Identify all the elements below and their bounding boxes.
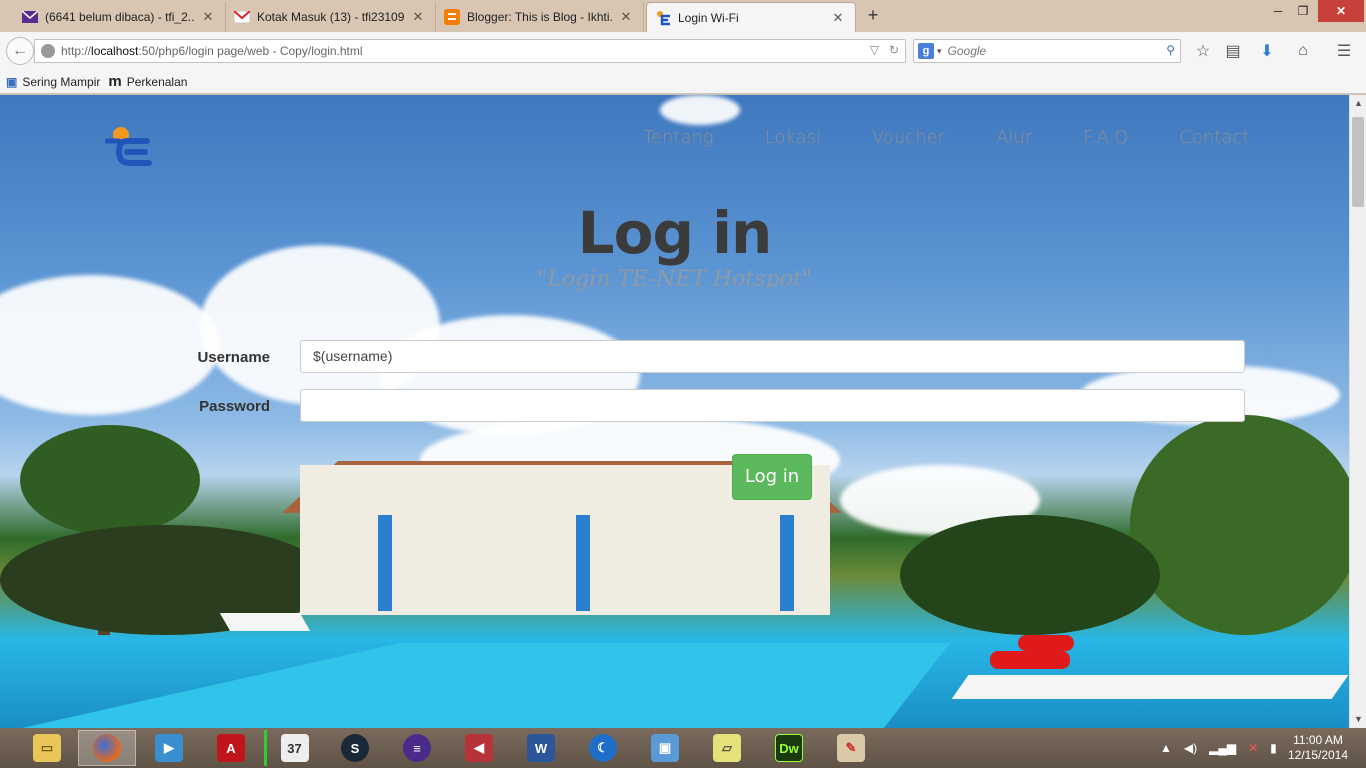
scroll-thumb[interactable] (1352, 117, 1364, 207)
url-bar[interactable]: http://localhost:50/php6/login page/web … (34, 39, 906, 63)
media-player-icon[interactable]: ▶ (140, 730, 198, 766)
search-input[interactable]: g ▾ Google ⚲ (913, 39, 1181, 63)
bookmark-page-icon: ▣ (6, 74, 18, 89)
restore-icon[interactable]: ❐ (1293, 0, 1313, 22)
bookmarks-toolbar: ▣ Sering Mampir m Perkenalan (0, 70, 1366, 94)
battery-icon[interactable]: ▮ (1270, 741, 1277, 755)
paint-icon[interactable]: ✎ (822, 730, 880, 766)
window-close-icon[interactable]: ✕ (1318, 0, 1364, 22)
te-net-icon (655, 10, 671, 26)
show-hidden-icons-icon[interactable]: ▲ (1160, 741, 1172, 755)
close-icon[interactable]: ✕ (411, 9, 425, 25)
bookmark-perkenalan[interactable]: m Perkenalan (108, 73, 187, 90)
network-error-icon[interactable]: ✕ (1248, 741, 1258, 755)
yahoo-mail-icon (22, 9, 38, 25)
reload-icon[interactable]: ↻ (889, 43, 899, 57)
tab-label: Login Wi-Fi (678, 10, 739, 25)
word-icon[interactable]: W (512, 730, 570, 766)
scroll-up-icon[interactable]: ▲ (1350, 95, 1366, 112)
google-icon: g (918, 43, 934, 59)
sticky-notes-icon[interactable]: ▱ (698, 730, 756, 766)
tab-blogger[interactable]: Blogger: This is Blog - Ikhti... ✕ (436, 2, 644, 32)
clock-time: 11:00 AM (1293, 733, 1343, 747)
tab-login-wifi[interactable]: Login Wi-Fi ✕ (646, 2, 856, 32)
back-button[interactable]: ← (6, 37, 34, 65)
vertical-scrollbar[interactable]: ▲ ▼ (1349, 95, 1366, 728)
new-tab-button[interactable]: + (862, 6, 884, 26)
gmail-icon (234, 9, 250, 25)
tab-yahoo-mail[interactable]: (6641 belum dibaca) - tfi_2... ✕ (14, 2, 226, 32)
tab-label: Kotak Masuk (13) - tfi23109... (257, 10, 405, 24)
tab-label: Blogger: This is Blog - Ikhti... (467, 10, 613, 24)
login-button[interactable]: Log in (732, 454, 812, 500)
top-navigation: Tentang Lokasi Voucher Alur F.A.Q Contac… (643, 127, 1249, 148)
password-field[interactable] (300, 389, 1245, 422)
dreamweaver-icon[interactable]: Dw (760, 730, 818, 766)
page-viewport: Tentang Lokasi Voucher Alur F.A.Q Contac… (0, 95, 1349, 728)
nav-link-lokasi[interactable]: Lokasi (765, 127, 821, 148)
bookmark-sering-mampir[interactable]: ▣ Sering Mampir (6, 75, 100, 89)
username-field[interactable]: $(username) (300, 340, 1245, 373)
nav-link-voucher[interactable]: Voucher (872, 127, 945, 148)
app-red-icon[interactable]: ◀ (450, 730, 508, 766)
tab-gmail[interactable]: Kotak Masuk (13) - tfi23109... ✕ (226, 2, 436, 32)
nav-link-faq[interactable]: F.A.Q (1083, 127, 1128, 148)
system-clock[interactable]: 11:00 AM 12/15/2014 (1283, 733, 1353, 763)
nav-link-contact[interactable]: Contact (1179, 127, 1249, 148)
calendar-icon[interactable]: 37 (264, 730, 322, 766)
bookmark-label: Perkenalan (126, 74, 188, 89)
url-prefix: http:// (61, 44, 92, 58)
m-icon: m (108, 73, 122, 90)
scroll-down-icon[interactable]: ▼ (1350, 711, 1366, 728)
firefox-icon[interactable] (78, 730, 136, 766)
dropdown-arrow-icon[interactable]: ▽ (870, 43, 879, 57)
page-subtitle: "Login TE-NET Hotspot" (537, 267, 812, 292)
minimize-icon[interactable]: ─ (1268, 0, 1288, 22)
system-tray: ▲ ◀) ▂▄▆ ✕ ▮ (1160, 728, 1277, 768)
close-icon[interactable]: ✕ (619, 9, 633, 25)
back-arrow-icon: ← (12, 42, 28, 59)
app-blue-icon[interactable]: ☾ (574, 730, 632, 766)
search-icon[interactable]: ⚲ (1166, 43, 1175, 57)
close-icon[interactable]: ✕ (831, 10, 845, 26)
tab-label: (6641 belum dibaca) - tfi_2... (45, 10, 195, 24)
reading-list-icon[interactable]: ▤ (1223, 41, 1243, 61)
close-icon[interactable]: ✕ (201, 9, 215, 25)
blogger-icon (444, 9, 460, 25)
nav-link-tentang[interactable]: Tentang (643, 127, 714, 148)
tab-strip: (6641 belum dibaca) - tfi_2... ✕ Kotak M… (0, 0, 1366, 32)
password-label: Password (199, 398, 270, 415)
acrobat-icon[interactable]: A (202, 730, 260, 766)
clock-date: 12/15/2014 (1287, 748, 1349, 762)
menu-icon[interactable]: ☰ (1334, 41, 1354, 61)
steam-icon[interactable]: S (326, 730, 384, 766)
bookmark-star-icon[interactable]: ☆ (1193, 41, 1213, 61)
url-path: :50/php6/login page/web - Copy/login.htm… (138, 44, 363, 58)
eclipse-icon[interactable]: ≡ (388, 730, 446, 766)
navigation-toolbar: http://localhost:50/php6/login page/web … (0, 32, 1366, 70)
search-placeholder: Google (947, 44, 987, 58)
username-label: Username (197, 349, 270, 366)
signal-icon[interactable]: ▂▄▆ (1209, 741, 1236, 755)
url-host: localhost (91, 44, 139, 58)
file-explorer-icon[interactable]: ▭ (18, 730, 76, 766)
home-icon[interactable]: ⌂ (1293, 41, 1313, 61)
volume-icon[interactable]: ◀) (1184, 741, 1197, 755)
te-net-logo[interactable] (105, 125, 153, 171)
page-title: Log in (577, 199, 773, 267)
download-icon[interactable]: ⬇ (1257, 41, 1277, 61)
bookmark-label: Sering Mampir (22, 74, 101, 89)
virtualbox-icon[interactable]: ▣ (636, 730, 694, 766)
nav-link-alur[interactable]: Alur (996, 127, 1032, 148)
globe-icon (41, 44, 55, 58)
engine-dropdown-icon[interactable]: ▾ (937, 46, 942, 57)
